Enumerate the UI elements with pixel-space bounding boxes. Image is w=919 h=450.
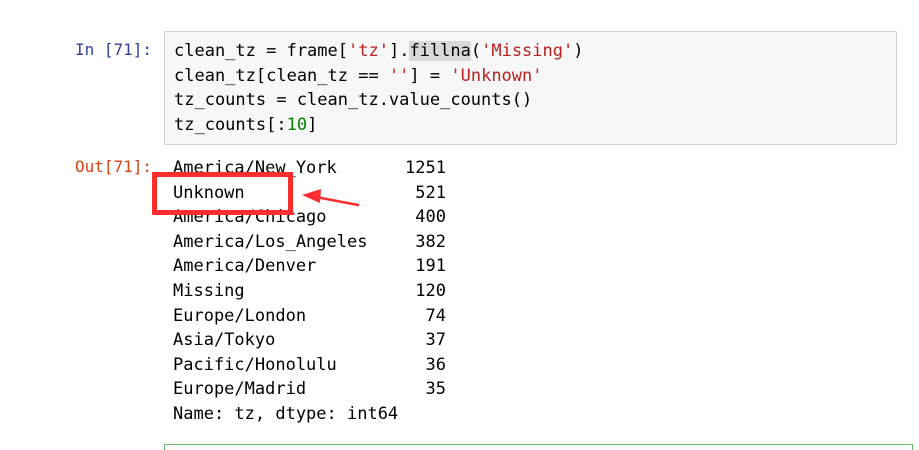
tz-name: America/Denver [173,256,317,277]
code-token: ] [307,115,318,136]
tz-count: 37 [425,330,446,351]
code-token: clean_tz = frame[ [174,41,348,61]
output-prompt: Out[71]: [75,157,153,176]
output-row: America/Los_Angeles 382 [173,230,446,255]
tz-count: 191 [415,256,446,277]
output-row: Asia/Tokyo 37 [173,328,446,353]
code-token: clean_tz[clean_tz == [174,65,389,86]
series-dtype-line: Name: tz, dtype: int64 [173,403,399,424]
tz-name: America/Los_Angeles [173,231,368,252]
code-token: ) [573,41,584,61]
selected-token: fillna [409,41,471,61]
tz-count: 120 [415,280,446,301]
code-line-4: tz_counts[:10] [174,115,317,135]
tz-name: Missing [173,280,245,301]
tz-count: 1251 [405,158,446,178]
arrow-left-icon [302,189,360,207]
string-token: '' [388,65,410,86]
code-line-1: clean_tz = frame['tz'].fillna('Missing') [174,41,583,61]
output-row: Europe/London 74 [173,304,446,329]
tz-name: Pacific/Honolulu [173,354,337,375]
input-prompt: In [71]: [75,40,153,59]
output-row: Missing 120 [173,279,446,304]
tz-count: 521 [415,182,446,203]
string-token: 'Missing' [481,41,574,61]
next-cell-border[interactable] [164,444,913,450]
output-row: Pacific/Honolulu 36 [173,353,446,378]
code-line-2: clean_tz[clean_tz == ''] = 'Unknown' [174,66,543,86]
string-token: 'tz' [348,41,389,61]
code-token: ( [470,41,482,61]
code-line-3: tz_counts = clean_tz.value_counts() [174,90,533,111]
tz-count: 74 [425,305,446,326]
tz-name: Europe/London [173,305,307,326]
tz-count: 35 [425,379,446,400]
tz-count: 400 [415,207,446,228]
annotation-highlight-box [152,172,293,215]
output-row: Europe/Madrid 35 [173,377,446,402]
code-token: ]. [388,41,410,61]
tz-count: 36 [425,354,446,375]
tz-name: Asia/Tokyo [173,330,276,351]
code-input-area[interactable]: clean_tz = frame['tz'].fillna('Missing')… [164,31,897,145]
code-editor[interactable]: clean_tz = frame['tz'].fillna('Missing')… [174,39,583,138]
code-token: ] = [409,65,451,86]
tz-count: 382 [415,231,446,252]
number-token: 10 [286,115,308,136]
code-token: tz_counts[: [174,115,287,136]
output-row: America/Denver 191 [173,254,446,279]
string-token: 'Unknown' [450,65,543,86]
tz-name: Europe/Madrid [173,379,307,400]
